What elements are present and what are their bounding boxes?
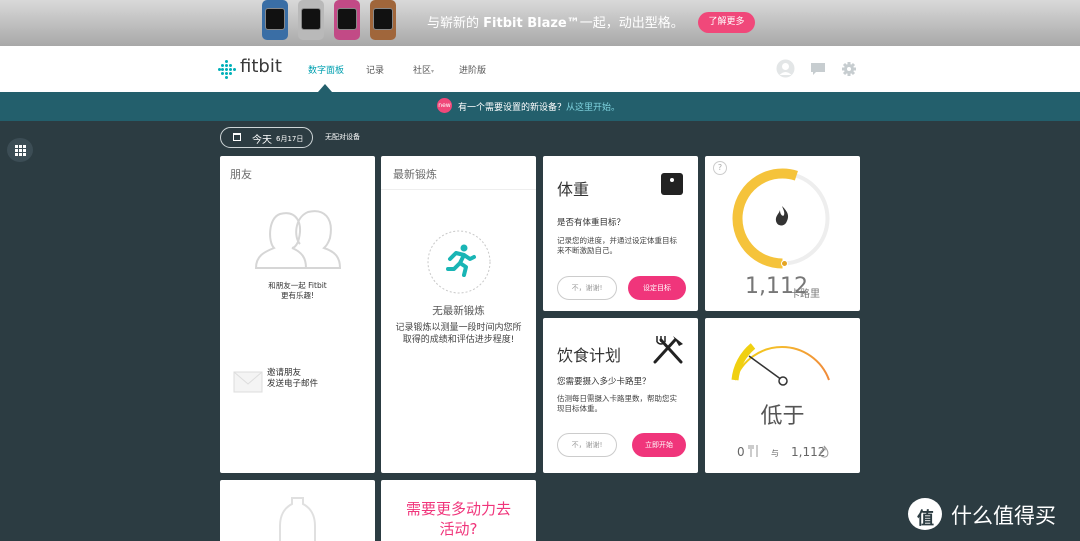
motivation-tile[interactable]: 需要更多动力去 活动? — [381, 480, 536, 541]
banner-text: 与崭新的 Fitbit Blaze™一起，动出型格。 — [427, 16, 684, 31]
start-now-button[interactable]: 立即开始 — [632, 433, 686, 457]
balance-gauge — [731, 343, 830, 386]
fitbit-logo-icon[interactable] — [218, 60, 236, 79]
calories-tile[interactable]: ? 1,112 卡路里 — [705, 156, 860, 311]
calories-unit: 卡路里 — [790, 289, 820, 300]
weight-description: 记录您的进度，并通过设定体重目标 来不断激励自己。 — [557, 236, 677, 255]
apps-grid-icon[interactable] — [7, 138, 33, 162]
setup-link[interactable]: 从这里开始。 — [566, 103, 620, 113]
new-device-icon: new — [437, 98, 452, 113]
nav-community[interactable]: 社区▾ — [413, 63, 434, 76]
watermark-logo: 值 — [908, 498, 942, 530]
nav-dashboard[interactable]: 数字面板 — [308, 63, 344, 76]
set-goal-button[interactable]: 设定目标 — [628, 276, 686, 300]
no-exercise-label: 无最新锻炼 — [432, 305, 485, 317]
learn-more-button[interactable]: 了解更多 — [698, 12, 755, 33]
weight-no-thanks-button[interactable]: 不，谢谢! — [557, 276, 617, 300]
promo-banner[interactable]: 与崭新的 Fitbit Blaze™一起，动出型格。 了解更多 — [0, 0, 1080, 46]
running-icon — [427, 230, 491, 294]
notice-text: 有一个需要设置的新设备？从这里开始。 — [458, 103, 621, 113]
watermark-text: 什么值得买 — [951, 504, 1056, 528]
nav-log[interactable]: 记录 — [366, 63, 384, 76]
date-today: 今天 — [252, 135, 272, 146]
mail-icon — [233, 371, 263, 393]
food-calories-value: 0 — [737, 445, 745, 459]
no-device-label: 无配对设备 — [325, 133, 360, 141]
divider — [381, 189, 536, 190]
friends-icon — [254, 210, 342, 269]
food-question: 您需要摄入多少卡路里？ — [557, 377, 651, 387]
exercise-description: 记录锻炼以测量一段时间内您所 取得的成绩和评估进步程度! — [395, 323, 522, 345]
water-bottle-icon — [279, 497, 316, 541]
motivation-text: 需要更多动力去 活动? — [405, 500, 511, 538]
watch-image — [370, 0, 396, 40]
food-plan-title: 饮食计划 — [557, 346, 622, 365]
fork-knife-icon — [653, 336, 683, 364]
flame-small-icon — [819, 445, 829, 458]
calendar-icon — [233, 133, 241, 141]
balance-status: 低于 — [760, 404, 805, 429]
date-value: 6月17日 — [276, 135, 304, 143]
food-description: 估测每日需摄入卡路里数，帮助您实 现目标体重。 — [557, 394, 677, 413]
help-icon[interactable]: ? — [713, 161, 727, 175]
and-label: 与 — [771, 449, 779, 458]
fork-knife-small-icon — [748, 445, 758, 457]
weight-title: 体重 — [557, 180, 590, 199]
calorie-balance-tile[interactable]: 低于 0 与 1,112 — [705, 318, 860, 473]
friends-title: 朋友 — [230, 168, 252, 181]
food-no-thanks-button[interactable]: 不，谢谢! — [557, 433, 617, 457]
food-plan-tile[interactable]: 饮食计划 您需要摄入多少卡路里？ 估测每日需摄入卡路里数，帮助您实 现目标体重。… — [543, 318, 698, 473]
calories-gauge — [732, 168, 830, 269]
nav-premium[interactable]: 进阶版 — [459, 63, 486, 76]
top-nav — [0, 46, 1080, 92]
exercise-tile[interactable]: 最新锻炼 无最新锻炼 记录锻炼以测量一段时间内您所 取得的成绩和评估进步程度! — [381, 156, 536, 473]
messages-icon[interactable] — [810, 61, 826, 77]
watch-image — [262, 0, 288, 40]
watch-image — [334, 0, 360, 40]
exercise-title: 最新锻炼 — [393, 168, 437, 181]
gear-icon[interactable] — [841, 61, 857, 77]
water-tile[interactable] — [220, 480, 375, 541]
weight-tile[interactable]: 体重 是否有体重目标？ 记录您的进度，并通过设定体重目标 来不断激励自己。 不，… — [543, 156, 698, 311]
invite-friends-link[interactable]: 邀请朋友 发送电子邮件 — [267, 368, 318, 390]
active-tab-indicator — [318, 84, 332, 92]
watch-image — [298, 0, 324, 40]
friends-tile[interactable]: 朋友 和朋友一起 Fitbit 更有乐趣! 邀请朋友 发送电子邮件 — [220, 156, 375, 473]
weight-question: 是否有体重目标？ — [557, 218, 626, 228]
avatar-icon[interactable] — [776, 59, 795, 78]
friends-message: 和朋友一起 Fitbit 更有乐趣! — [268, 281, 327, 300]
fitbit-logo[interactable]: fitbit — [240, 56, 282, 77]
scale-icon — [661, 173, 683, 195]
